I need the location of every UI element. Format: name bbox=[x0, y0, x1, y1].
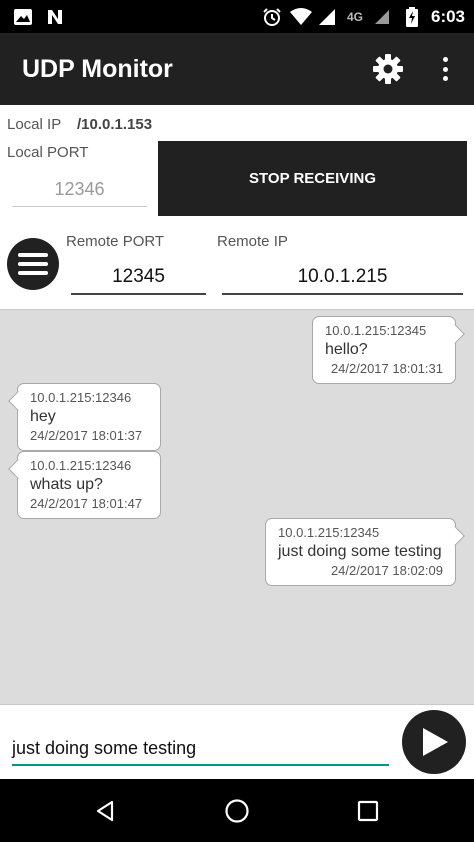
remote-port-label: Remote PORT bbox=[66, 233, 165, 250]
status-time: 6:03 bbox=[430, 6, 466, 26]
compose-bar: just doing some testing bbox=[0, 705, 474, 779]
message-text: hey bbox=[30, 408, 56, 425]
message-time: 24/2/2017 18:01:37 bbox=[30, 428, 143, 443]
n-app-icon bbox=[44, 0, 66, 33]
remote-ip-input[interactable]: 10.0.1.215 bbox=[222, 258, 463, 295]
local-ip-label: Local IP bbox=[7, 116, 62, 133]
message-sender: 10.0.1.215:12345 bbox=[278, 525, 380, 540]
message-sender: 10.0.1.215:12346 bbox=[30, 390, 132, 405]
alarm-icon bbox=[260, 0, 284, 33]
remote-port-input[interactable]: 12345 bbox=[71, 258, 206, 295]
gear-icon[interactable] bbox=[370, 51, 406, 87]
message-time: 24/2/2017 18:02:09 bbox=[330, 563, 443, 578]
local-ip-value: /10.0.1.153 bbox=[77, 116, 153, 133]
remote-ip-label: Remote IP bbox=[217, 233, 288, 250]
cell-signal-icon bbox=[316, 0, 338, 33]
local-port-input[interactable]: 12346 bbox=[12, 171, 147, 207]
local-port-label: Local PORT bbox=[7, 144, 89, 161]
play-icon bbox=[423, 728, 448, 756]
message-sender: 10.0.1.215:12346 bbox=[30, 458, 132, 473]
image-icon bbox=[12, 0, 34, 33]
wifi-icon bbox=[288, 0, 314, 33]
more-vert-icon[interactable] bbox=[430, 53, 460, 85]
message-text: whats up? bbox=[30, 476, 103, 493]
message-time: 24/2/2017 18:01:47 bbox=[30, 496, 143, 511]
message-input[interactable]: just doing some testing bbox=[12, 733, 389, 766]
battery-charging-icon bbox=[402, 0, 422, 33]
home-icon[interactable] bbox=[219, 793, 255, 829]
message-bubble: 10.0.1.215:12346 hey 24/2/2017 18:01:37 bbox=[8, 383, 161, 451]
message-sender: 10.0.1.215:12345 bbox=[325, 323, 427, 338]
message-bubble: 10.0.1.215:12345 just doing some testing… bbox=[265, 518, 465, 586]
menu-icon[interactable] bbox=[7, 238, 59, 290]
status-bar: 4G 6:03 bbox=[0, 0, 474, 33]
app-title: UDP Monitor bbox=[22, 55, 173, 83]
recents-icon[interactable] bbox=[350, 793, 386, 829]
stop-receiving-button[interactable]: STOP RECEIVING bbox=[158, 141, 467, 216]
message-time: 24/2/2017 18:01:31 bbox=[330, 361, 443, 376]
message-list[interactable]: 10.0.1.215:12345 hello? 24/2/2017 18:01:… bbox=[0, 309, 474, 705]
app-bar: UDP Monitor bbox=[0, 33, 474, 105]
cell-signal-icon-2 bbox=[372, 0, 392, 33]
message-bubble: 10.0.1.215:12346 whats up? 24/2/2017 18:… bbox=[8, 451, 161, 519]
system-nav-bar bbox=[0, 779, 474, 842]
network-type: 4G bbox=[346, 9, 363, 24]
connection-config: Local IP /10.0.1.153 Local PORT 12346 ST… bbox=[0, 105, 474, 309]
back-icon[interactable] bbox=[87, 793, 123, 829]
send-button[interactable] bbox=[402, 710, 466, 774]
message-text: hello? bbox=[325, 341, 368, 358]
message-bubble: 10.0.1.215:12345 hello? 24/2/2017 18:01:… bbox=[312, 316, 465, 384]
message-text: just doing some testing bbox=[278, 543, 442, 560]
